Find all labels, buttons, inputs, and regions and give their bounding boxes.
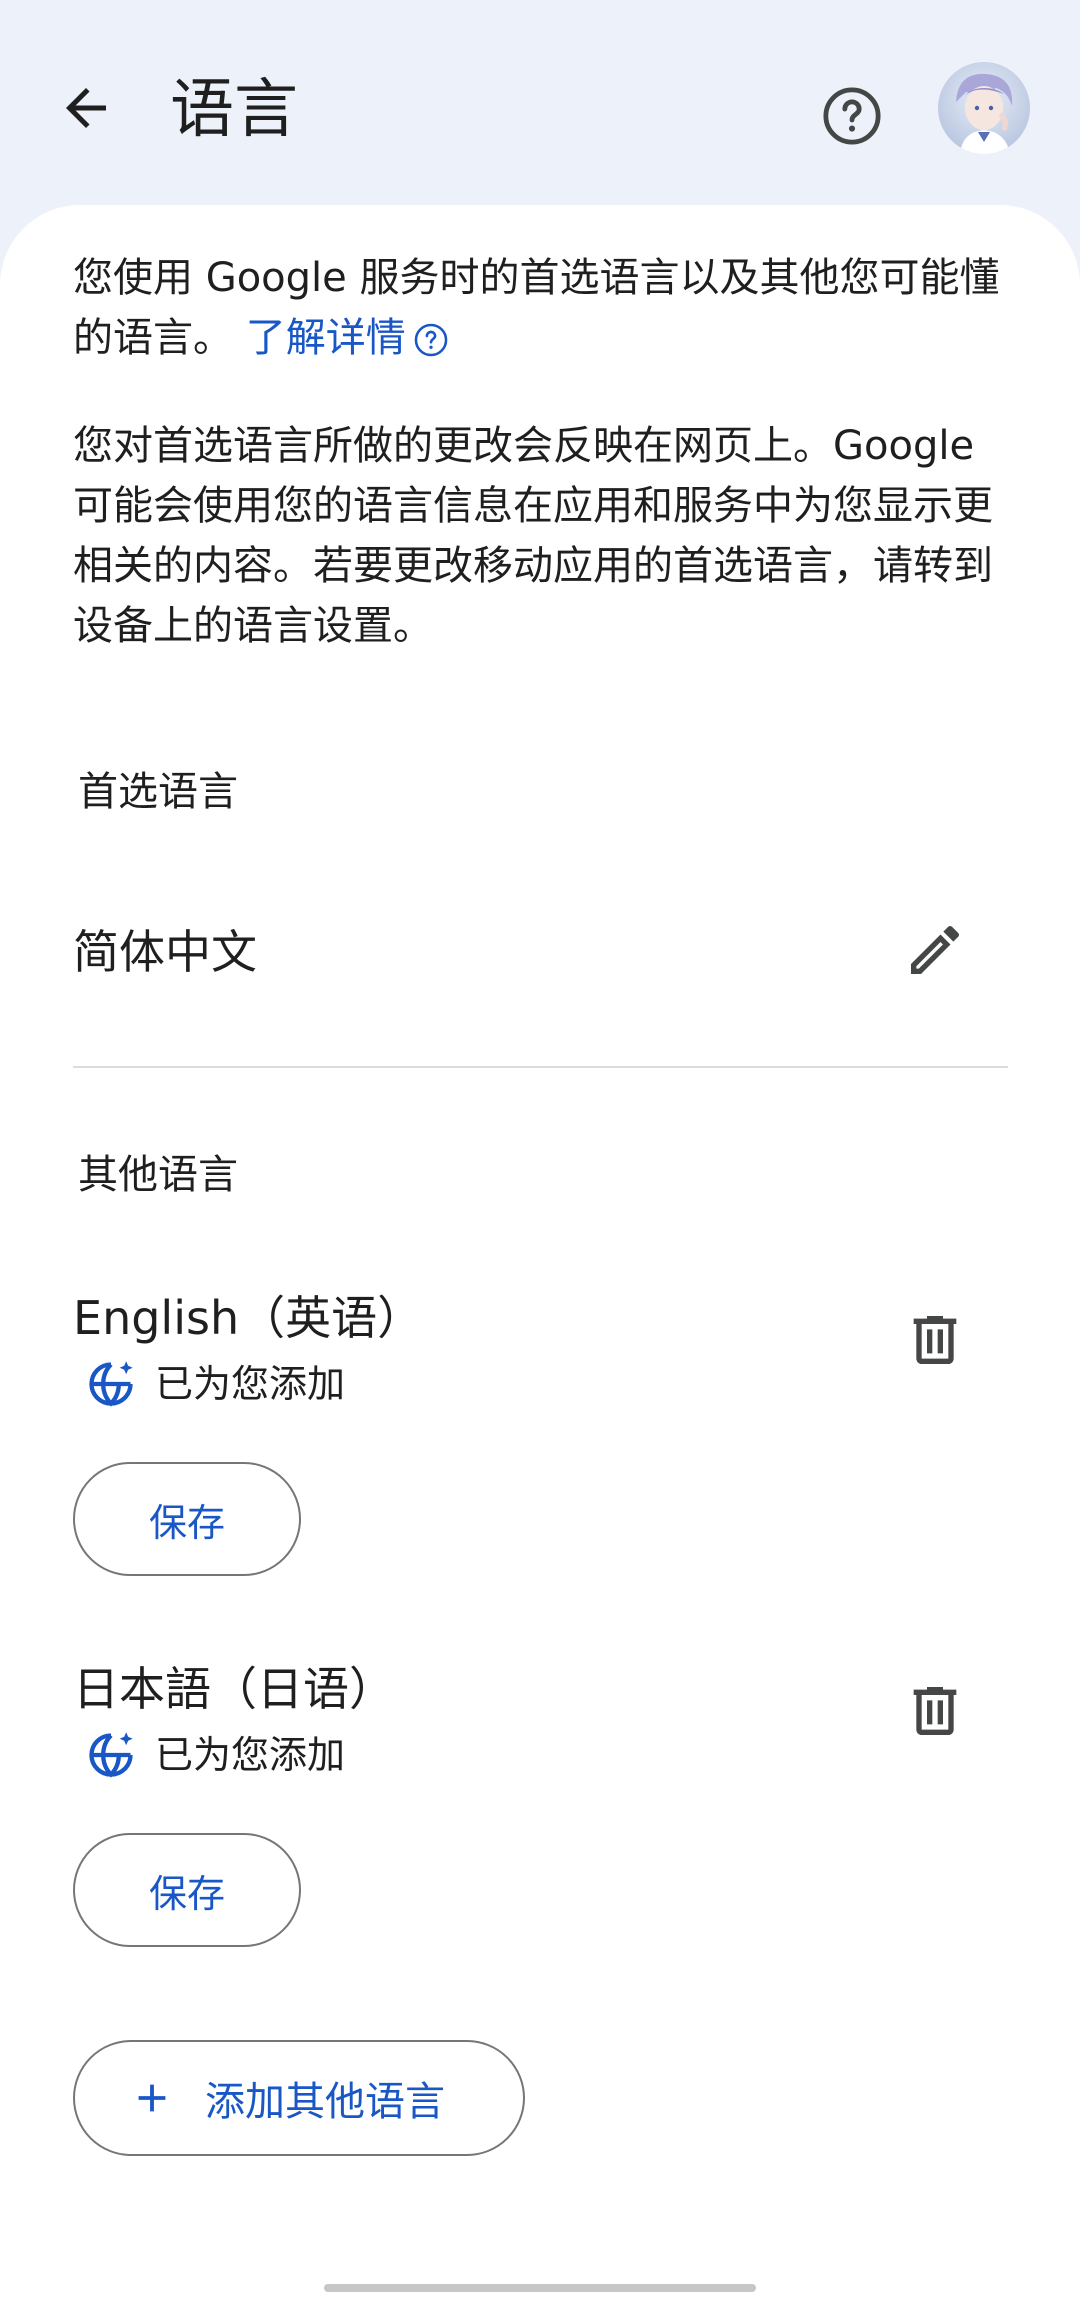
save-english-button[interactable]: 保存: [73, 1462, 301, 1576]
help-circle-icon: [823, 87, 881, 145]
divider: [73, 1066, 1008, 1068]
help-circle-small-icon: [414, 323, 448, 357]
back-button[interactable]: [46, 68, 126, 148]
globe-sparkle-icon: [89, 1361, 133, 1407]
added-for-you-label: 已为您添加: [155, 1362, 346, 1406]
arrow-left-icon: [66, 88, 106, 128]
language-name: English（英语）: [73, 1291, 424, 1345]
learn-more-link[interactable]: 了解详情: [246, 315, 450, 361]
intro-description: 您使用 Google 服务时的首选语言以及其他您可能懂的语言。: [73, 255, 1000, 361]
added-for-you-row: 已为您添加: [85, 1727, 345, 1783]
top-app-bar: 语言: [0, 0, 1080, 210]
add-other-language-label: 添加其他语言: [205, 2079, 445, 2125]
preferred-language-value: 简体中文: [73, 925, 257, 979]
other-languages-heading: 其他语言: [78, 1152, 238, 1198]
help-button[interactable]: [812, 76, 892, 156]
learn-more-label: 了解详情: [245, 315, 406, 361]
pencil-icon: [911, 925, 960, 974]
delete-japanese-button[interactable]: [895, 1671, 975, 1751]
avatar[interactable]: [938, 62, 1030, 154]
page-title: 语言: [170, 73, 298, 147]
save-japanese-button[interactable]: 保存: [73, 1833, 301, 1947]
trash-icon: [913, 1687, 957, 1735]
plus-icon: [129, 2075, 175, 2121]
preferred-language-heading: 首选语言: [78, 769, 238, 815]
language-item-english: English（英语） 已为您添加 保存: [0, 1286, 1080, 1586]
add-other-language-button[interactable]: 添加其他语言: [73, 2040, 525, 2156]
intro-text: 您使用 Google 服务时的首选语言以及其他您可能懂的语言。 了解详情: [73, 248, 1013, 368]
globe-sparkle-icon: [89, 1732, 133, 1778]
trash-icon: [913, 1316, 957, 1364]
language-item-japanese: 日本語（日语） 已为您添加 保存: [0, 1657, 1080, 1957]
language-usage-description: 您对首选语言所做的更改会反映在网页上。Google 可能会使用您的语言信息在应用…: [73, 423, 993, 649]
edit-preferred-language-button[interactable]: [895, 910, 975, 990]
language-name: 日本語（日语）: [73, 1662, 395, 1716]
home-indicator[interactable]: [324, 2284, 756, 2292]
added-for-you-label: 已为您添加: [155, 1733, 346, 1777]
added-for-you-row: 已为您添加: [85, 1356, 345, 1412]
delete-english-button[interactable]: [895, 1300, 975, 1380]
